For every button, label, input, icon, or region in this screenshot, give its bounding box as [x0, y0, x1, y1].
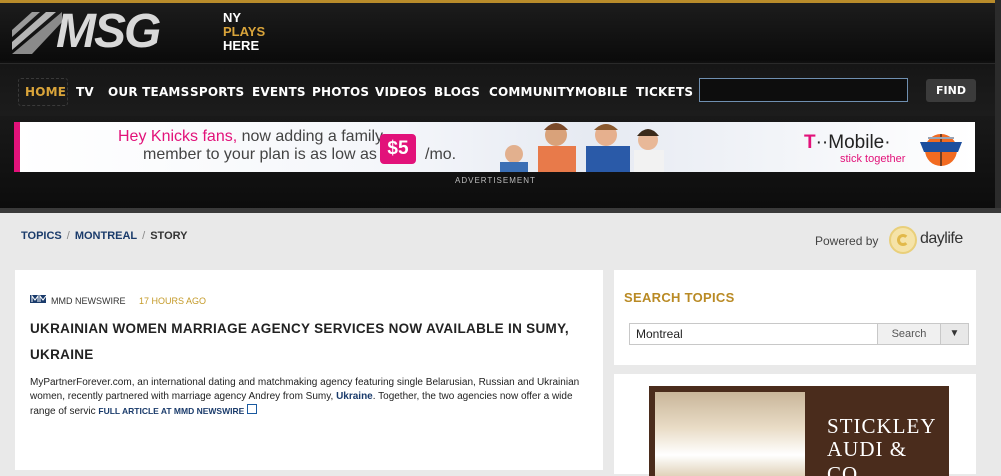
stickley-name-line-2: AUDI & CO. [827, 437, 908, 476]
tagline: NY PLAYS HERE [223, 11, 265, 53]
tmobile-t: T [804, 132, 816, 153]
site-search-input[interactable] [699, 78, 908, 102]
nav-events[interactable]: EVENTS [252, 84, 306, 100]
nav-videos[interactable]: VIDEOS [375, 84, 427, 100]
daylife-wordmark[interactable]: daylife [920, 230, 963, 248]
tmobile-ad-banner[interactable]: Hey Knicks fans, now adding a family mem… [14, 122, 975, 172]
ad-line-1: Hey Knicks fans, now adding a family [118, 128, 383, 146]
full-article-link[interactable]: FULL ARTICLE AT MMD NEWSWIRE [98, 406, 244, 416]
story-card: MMD NEWSWIRE 17 HOURS AGO UKRAINIAN WOME… [15, 270, 603, 470]
stickley-ad-photo [655, 392, 805, 476]
breadcrumb-story: STORY [150, 230, 188, 242]
external-link-icon[interactable] [247, 404, 258, 414]
nav-tickets[interactable]: TICKETS [636, 84, 693, 100]
logo-text: MSG [56, 5, 161, 58]
nav-tv[interactable]: TV [76, 84, 94, 100]
tagline-line-2: PLAYS [223, 24, 266, 39]
topic-dropdown-icon[interactable]: ▼ [940, 323, 969, 345]
ad-highlight: Hey Knicks fans, [118, 128, 238, 145]
tagline-line-3: HERE [223, 38, 260, 53]
story-keyword-link[interactable]: Ukraine [336, 391, 373, 402]
msg-logo[interactable]: MSG [12, 6, 221, 58]
nav-mobile[interactable]: MOBILE [575, 84, 628, 100]
ad-per-month: /mo. [425, 146, 457, 163]
breadcrumb-separator: / [66, 230, 70, 242]
search-topics-panel: SEARCH TOPICS Search ▼ [614, 270, 976, 365]
knicks-logo-icon [920, 134, 962, 166]
tmobile-slogan: stick together [840, 153, 906, 165]
nav-blogs[interactable]: BLOGS [434, 84, 480, 100]
tmobile-logo: T··Mobile· [804, 132, 891, 154]
ad-price-badge: $5 [380, 134, 416, 164]
breadcrumb-separator: / [142, 230, 146, 242]
breadcrumb: TOPICS / MONTREAL / STORY [21, 230, 188, 242]
topic-search-button[interactable]: Search [877, 323, 941, 345]
nav-our-teams[interactable]: OUR TEAMS [108, 84, 189, 100]
story-body: MyPartnerForever.com, an international d… [30, 376, 595, 419]
breadcrumb-montreal[interactable]: MONTREAL [75, 230, 137, 242]
nav-community[interactable]: COMMUNITY [489, 84, 575, 100]
stickley-name-line-1: STICKLEY [827, 414, 937, 438]
ad-accent-bar [14, 122, 20, 172]
site-header: MSG NY PLAYS HERE HOME TV OUR TEAMS SPOR… [0, 0, 1001, 212]
story-timestamp: 17 HOURS AGO [139, 296, 207, 306]
scrollbar-edge[interactable] [995, 0, 1001, 212]
ad-line-1-rest: now adding a family [237, 128, 384, 145]
nav-home[interactable]: HOME [25, 84, 66, 100]
breadcrumb-topics[interactable]: TOPICS [21, 230, 62, 242]
topic-search-input[interactable] [629, 323, 879, 345]
powered-by-label: Powered by [815, 234, 879, 248]
logo-stripes-icon [12, 12, 62, 54]
find-button[interactable]: FIND [926, 79, 976, 102]
story-source[interactable]: MMD NEWSWIRE [51, 296, 126, 306]
advertisement-label: ADVERTISEMENT [455, 176, 536, 185]
nav-photos[interactable]: PHOTOS [312, 84, 369, 100]
story-headline[interactable]: UKRAINIAN WOMEN MARRIAGE AGENCY SERVICES… [30, 316, 590, 368]
daylife-logo-icon[interactable] [889, 226, 917, 254]
nav-sports[interactable]: SPORTS [190, 84, 244, 100]
search-topics-title: SEARCH TOPICS [624, 290, 735, 305]
stickley-ad[interactable]: STICKLEY AUDI & CO. [649, 386, 949, 476]
ad-line-2: member to your plan is as low as [143, 146, 377, 163]
header-accent-line [0, 0, 1001, 3]
header-divider [0, 208, 1001, 213]
tmobile-wordmark: ··Mobile· [815, 132, 891, 153]
tagline-line-1: NY [223, 10, 242, 25]
family-photo-image [500, 123, 664, 172]
mmd-newswire-icon [30, 295, 46, 303]
sidebar-ad-panel: STICKLEY AUDI & CO. [614, 374, 976, 476]
